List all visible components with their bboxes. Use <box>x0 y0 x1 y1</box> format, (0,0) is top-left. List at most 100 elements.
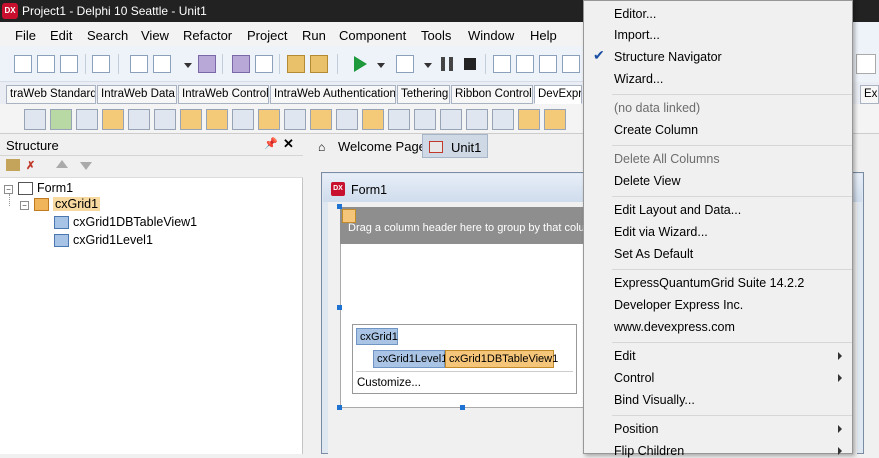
menu-item-editor[interactable]: Editor... <box>614 7 656 21</box>
remove-from-project-icon[interactable] <box>310 55 328 73</box>
stop-icon[interactable] <box>464 58 476 70</box>
level-root-grid[interactable]: cxGrid1 <box>356 328 398 345</box>
menu-item-set-as-default[interactable]: Set As Default <box>614 247 693 261</box>
pause-icon[interactable] <box>441 57 453 71</box>
close-icon[interactable]: ✕ <box>283 136 294 152</box>
selection-handle[interactable] <box>337 305 342 310</box>
toolbar-combo[interactable] <box>856 54 876 74</box>
component-icon[interactable] <box>336 109 358 130</box>
component-icon[interactable] <box>50 109 72 130</box>
menu-item-edit-layout[interactable]: Edit Layout and Data... <box>614 203 741 217</box>
component-icon[interactable] <box>232 109 254 130</box>
menu-file[interactable]: File <box>15 28 36 43</box>
trace-into-icon[interactable] <box>516 55 534 73</box>
menu-run[interactable]: Run <box>302 28 326 43</box>
component-icon[interactable] <box>206 109 228 130</box>
tab-devexpress[interactable]: DevExpre <box>534 85 582 104</box>
tab-ribbon-controls[interactable]: Ribbon Controls <box>451 85 533 104</box>
arrow-down-icon[interactable] <box>80 162 92 170</box>
menu-item-structure-navigator[interactable]: Structure Navigator <box>614 50 722 64</box>
menu-help[interactable]: Help <box>530 28 557 43</box>
tree-node-tableview[interactable]: cxGrid1DBTableView1 <box>73 215 197 229</box>
menu-tools[interactable]: Tools <box>421 28 451 43</box>
tab-intraweb-data[interactable]: IntraWeb Data <box>97 85 177 104</box>
component-icon[interactable] <box>492 109 514 130</box>
new-items-icon[interactable] <box>14 55 32 73</box>
component-icon[interactable] <box>128 109 150 130</box>
tab-welcome-page[interactable]: ⌂ Welcome Page <box>310 134 432 158</box>
save-all-icon[interactable] <box>60 55 78 73</box>
tab-intraweb-authentication[interactable]: IntraWeb Authentication <box>270 85 396 104</box>
open-project-icon[interactable] <box>92 55 110 73</box>
menu-item-edit[interactable]: Edit <box>614 349 636 363</box>
component-icon[interactable] <box>388 109 410 130</box>
selection-handle[interactable] <box>337 204 342 209</box>
component-icon[interactable] <box>466 109 488 130</box>
component-icon[interactable] <box>102 109 124 130</box>
open-file-icon[interactable] <box>153 55 171 73</box>
run-icon[interactable] <box>354 56 367 72</box>
chevron-down-icon[interactable] <box>424 63 432 68</box>
menu-edit[interactable]: Edit <box>50 28 72 43</box>
component-icon[interactable] <box>76 109 98 130</box>
menu-item-wizard[interactable]: Wizard... <box>614 72 663 86</box>
menu-window[interactable]: Window <box>468 28 514 43</box>
save-file-icon[interactable] <box>232 55 250 73</box>
menu-refactor[interactable]: Refactor <box>183 28 232 43</box>
collapse-icon[interactable]: − <box>20 201 29 210</box>
component-icon[interactable] <box>24 109 46 130</box>
component-icon[interactable] <box>310 109 332 130</box>
menu-component[interactable]: Component <box>339 28 406 43</box>
menu-item-create-column[interactable]: Create Column <box>614 123 698 137</box>
menu-item-website[interactable]: www.devexpress.com <box>614 320 735 334</box>
tab-intraweb-standard[interactable]: traWeb Standard <box>6 85 96 104</box>
component-icon[interactable] <box>258 109 280 130</box>
component-icon[interactable] <box>414 109 436 130</box>
tree-node-level[interactable]: cxGrid1Level1 <box>73 233 153 247</box>
component-icon[interactable] <box>440 109 462 130</box>
component-icon[interactable] <box>518 109 540 130</box>
menu-item-delete-view[interactable]: Delete View <box>614 174 680 188</box>
menu-item-position[interactable]: Position <box>614 422 658 436</box>
level-view-item[interactable]: cxGrid1DBTableView1 <box>445 350 558 368</box>
customize-link[interactable]: Customize... <box>357 377 421 389</box>
menu-item-edit-via-wizard[interactable]: Edit via Wizard... <box>614 225 708 239</box>
menu-project[interactable]: Project <box>247 28 287 43</box>
new-file-icon[interactable] <box>130 55 148 73</box>
pin-icon[interactable]: 📌 <box>264 137 278 150</box>
tab-tethering[interactable]: Tethering <box>397 85 450 104</box>
selection-handle[interactable] <box>460 405 465 410</box>
chevron-down-icon[interactable] <box>377 63 385 68</box>
open-icon[interactable] <box>37 55 55 73</box>
menu-item-control[interactable]: Control <box>614 371 654 385</box>
delete-icon[interactable]: ✗ <box>26 159 35 172</box>
reopen-icon[interactable] <box>255 55 273 73</box>
menu-item-vendor[interactable]: Developer Express Inc. <box>614 298 743 312</box>
tree-node-form[interactable]: Form1 <box>37 181 73 195</box>
step-over-icon[interactable] <box>493 55 511 73</box>
arrow-up-icon[interactable] <box>56 160 68 168</box>
component-icon[interactable] <box>284 109 306 130</box>
save-icon[interactable] <box>198 55 216 73</box>
component-icon[interactable] <box>362 109 384 130</box>
component-icon[interactable] <box>154 109 176 130</box>
component-icon[interactable] <box>544 109 566 130</box>
group-by-panel[interactable]: Drag a column header here to group by th… <box>340 207 585 244</box>
run-to-return-icon[interactable] <box>562 55 580 73</box>
trace-to-line-icon[interactable] <box>539 55 557 73</box>
tab-intraweb-control[interactable]: IntraWeb Control <box>178 85 269 104</box>
menu-item-flip-children[interactable]: Flip Children <box>614 444 684 458</box>
level-item[interactable]: cxGrid1Level1 <box>373 350 447 368</box>
menu-item-suite-version[interactable]: ExpressQuantumGrid Suite 14.2.2 <box>614 276 804 290</box>
add-to-project-icon[interactable] <box>287 55 305 73</box>
component-icon[interactable] <box>180 109 202 130</box>
run-without-debug-icon[interactable] <box>396 55 414 73</box>
menu-search[interactable]: Search <box>87 28 128 43</box>
menu-view[interactable]: View <box>141 28 169 43</box>
selection-handle[interactable] <box>337 405 342 410</box>
folder-icon[interactable] <box>6 159 20 171</box>
collapse-icon[interactable]: − <box>4 185 13 194</box>
menu-item-import[interactable]: Import... <box>614 28 660 42</box>
tab-express-right[interactable]: Exp <box>860 85 879 104</box>
menu-item-bind-visually[interactable]: Bind Visually... <box>614 393 695 407</box>
